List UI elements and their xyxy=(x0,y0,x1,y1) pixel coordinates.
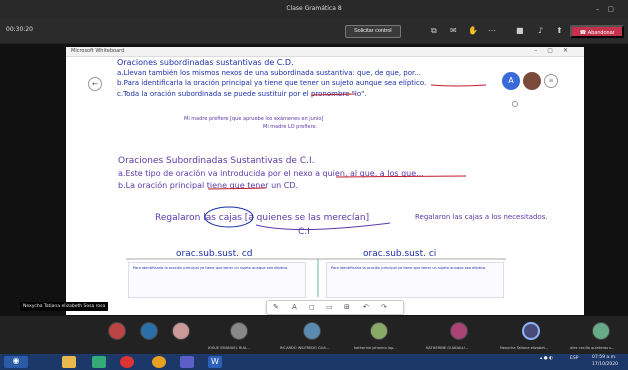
raise-hand-icon[interactable]: ✋ xyxy=(468,26,478,35)
language-indicator[interactable]: ESP xyxy=(570,356,578,361)
participants-icon[interactable]: ⧉ xyxy=(431,26,437,36)
avatar[interactable] xyxy=(230,322,248,340)
undo-icon[interactable]: ↶ xyxy=(363,303,369,311)
start-button-icon[interactable]: ◉ xyxy=(4,356,28,368)
microphone-icon[interactable]: ♪ xyxy=(538,26,543,35)
browser-icon[interactable] xyxy=(120,356,134,368)
share-icon[interactable]: ⬆ xyxy=(556,26,563,35)
avatar[interactable] xyxy=(108,322,126,340)
file-explorer-icon[interactable] xyxy=(62,356,76,368)
tray-icons[interactable]: ▴ ● ◐ xyxy=(540,356,553,361)
meeting-toolbar: 00:30:20 Solicitar control ⧉ ✉ ✋ ⋯ ■ ♪ ⬆… xyxy=(0,18,628,44)
participant-name: RICARDO WILFREDO GUA... xyxy=(280,346,330,350)
chat-icon[interactable]: ✉ xyxy=(450,26,457,35)
sticky-note[interactable]: Para identificarla la oración principal … xyxy=(128,262,306,298)
note-icon[interactable]: ◻ xyxy=(309,303,315,311)
avatar[interactable] xyxy=(303,322,321,340)
avatar[interactable] xyxy=(450,322,468,340)
image-icon[interactable]: ▭ xyxy=(326,303,333,311)
request-control-button[interactable]: Solicitar control xyxy=(345,25,401,38)
avatar[interactable] xyxy=(140,322,158,340)
participant-name: alex cecilia quinteros s... xyxy=(570,346,615,350)
more-options-icon[interactable]: ⋯ xyxy=(488,26,496,35)
add-icon[interactable]: ⊞ xyxy=(344,303,350,311)
chrome-icon[interactable] xyxy=(152,356,166,368)
participant-name: JOSUE EMANUEL RUA... xyxy=(208,346,250,350)
windows-taskbar: ◉ W ▴ ● ◐ ESP 07:59 a.m. 17/10/2020 xyxy=(0,354,628,370)
avatar[interactable] xyxy=(522,322,540,340)
pen-icon[interactable]: ✎ xyxy=(273,303,279,311)
word-icon[interactable]: W xyxy=(208,356,222,368)
clock-date: 17/10/2020 xyxy=(592,362,618,367)
window-title: Clase Gramática 8 xyxy=(286,5,342,12)
whiteboard-toolbar: ✎ A ◻ ▭ ⊞ ↶ ↷ xyxy=(266,300,404,315)
participant-name: Nexycha Tatiana elizabet... xyxy=(500,346,549,350)
clock-time: 07:59 a.m. xyxy=(592,355,617,360)
sticky-note[interactable]: Para identificarla la oración principal … xyxy=(326,262,504,298)
participant-name: KATHERINE GUADALU... xyxy=(426,346,469,350)
avatar[interactable] xyxy=(592,322,610,340)
text-icon[interactable]: A xyxy=(292,303,297,311)
phone-hangup-icon: ☎ xyxy=(579,30,587,36)
teams-icon[interactable] xyxy=(180,356,194,368)
meeting-timer: 00:30:20 xyxy=(6,26,33,33)
leave-button[interactable]: ☎ Abandonar xyxy=(570,25,624,38)
camera-icon[interactable]: ■ xyxy=(516,26,524,35)
window-controls[interactable]: –▢ xyxy=(596,0,622,18)
leave-label: Abandonar xyxy=(587,30,615,36)
participant-strip: JOSUE EMANUEL RUA... RICARDO WILFREDO GU… xyxy=(0,316,628,354)
app-icon[interactable] xyxy=(92,356,106,368)
presenter-name-tag: Nexycha Tatiana elizabeth Sosa rosa xyxy=(20,302,109,311)
whiteboard-window[interactable]: Microsoft Whiteboard –▢✕ ← A ≡ Oraciones… xyxy=(66,47,584,315)
redo-icon[interactable]: ↷ xyxy=(381,303,387,311)
window-title-bar: Clase Gramática 8 –▢ xyxy=(0,0,628,18)
avatar[interactable] xyxy=(370,322,388,340)
avatar[interactable] xyxy=(172,322,190,340)
participant-name: katherine johanna lop... xyxy=(354,346,397,350)
